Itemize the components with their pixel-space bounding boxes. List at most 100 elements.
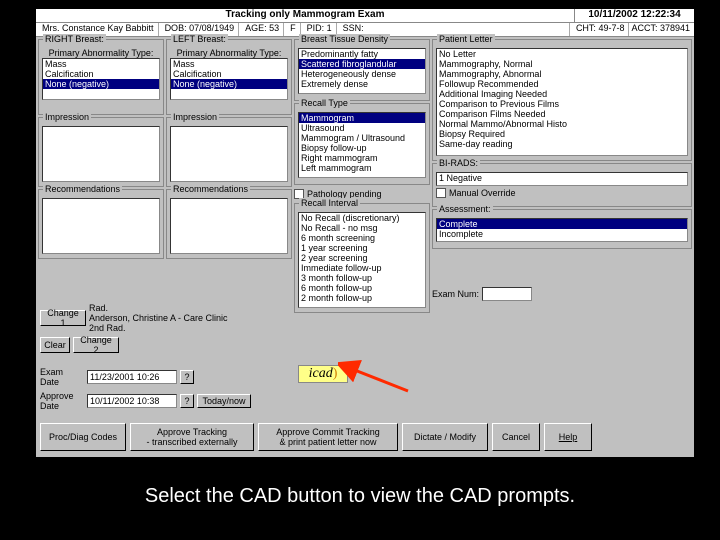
list-item[interactable]: Calcification [43, 69, 159, 79]
left-breast-col: LEFT Breast: Primary Abnormality Type: M… [166, 39, 292, 315]
change2-button[interactable]: Change 2 [73, 337, 119, 353]
list-item[interactable]: Biopsy Required [437, 129, 687, 139]
list-item[interactable]: 2 year screening [299, 253, 425, 263]
list-item[interactable]: Mammography, Abnormal [437, 69, 687, 79]
recall-type-list[interactable]: Mammogram Ultrasound Mammogram / Ultraso… [298, 112, 426, 178]
right-breast-col: RIGHT Breast: Primary Abnormality Type: … [38, 39, 164, 315]
list-item[interactable]: 6 month follow-up [299, 283, 425, 293]
manual-override-check[interactable]: Manual Override [436, 188, 688, 198]
approve-date-help-button[interactable]: ? [180, 394, 194, 408]
list-item[interactable]: Mammogram [299, 113, 425, 123]
right-impression-group: Impression [38, 117, 164, 187]
title-bar: Tracking only Mammogram Exam 10/11/2002 … [36, 9, 694, 23]
icad-label: icad [309, 366, 333, 381]
list-item[interactable]: No Recall (discretionary) [299, 213, 425, 223]
button-row: Proc/Diag Codes Approve Tracking - trans… [40, 423, 690, 451]
rad-name: Anderson, Christine A - Care Clinic [89, 313, 228, 323]
right-breast-label: RIGHT Breast: [43, 34, 106, 44]
list-item[interactable]: Mass [43, 59, 159, 69]
right-col: Patient Letter No Letter Mammography, No… [432, 39, 692, 315]
list-item[interactable]: Right mammogram [299, 153, 425, 163]
list-item[interactable]: Mass [171, 59, 287, 69]
patient-letter-group: Patient Letter No Letter Mammography, No… [432, 39, 692, 161]
list-item[interactable]: 1 Negative [437, 173, 687, 183]
exam-date-row: Exam Date 11/23/2001 10:26 ? [40, 367, 194, 387]
assessment-list[interactable]: Complete Incomplete [436, 218, 688, 242]
timestamp: 10/11/2002 12:22:34 [574, 9, 694, 22]
left-primary-label: Primary Abnormality Type: [170, 48, 288, 58]
manual-override-label: Manual Override [449, 188, 516, 198]
density-recall-col: Breast Tissue Density Predominantly fatt… [294, 39, 430, 315]
list-item[interactable]: Complete [437, 219, 687, 229]
list-item[interactable]: No Letter [437, 49, 687, 59]
birads-group: BI-RADS: 1 Negative Manual Override [432, 163, 692, 207]
bottom-area: Change 1 Rad. Anderson, Christine A - Ca… [38, 295, 692, 455]
list-item[interactable]: 6 month screening [299, 233, 425, 243]
rad-row: Change 1 Rad. Anderson, Christine A - Ca… [40, 303, 228, 333]
list-item[interactable]: None (negative) [171, 79, 287, 89]
approve-commit-button[interactable]: Approve Commit Tracking & print patient … [258, 423, 398, 451]
list-item[interactable]: Left mammogram [299, 163, 425, 173]
today-now-button[interactable]: Today/now [197, 394, 251, 408]
right-breast-group: RIGHT Breast: Primary Abnormality Type: … [38, 39, 164, 115]
list-item[interactable]: Immediate follow-up [299, 263, 425, 273]
birads-list[interactable]: 1 Negative [436, 172, 688, 186]
cancel-button[interactable]: Cancel [492, 423, 540, 451]
list-item[interactable]: Predominantly fatty [299, 49, 425, 59]
dictate-modify-button[interactable]: Dictate / Modify [402, 423, 488, 451]
list-item[interactable]: No Recall - no msg [299, 223, 425, 233]
left-primary-list[interactable]: Mass Calcification None (negative) [170, 58, 288, 100]
recall-interval-list[interactable]: No Recall (discretionary) No Recall - no… [298, 212, 426, 308]
left-impression-group: Impression [166, 117, 292, 187]
list-item[interactable]: Normal Mammo/Abnormal Histo [437, 119, 687, 129]
birads-label: BI-RADS: [437, 158, 480, 168]
second-rad-label: 2nd Rad. [89, 323, 228, 333]
help-button[interactable]: Help [544, 423, 592, 451]
recall-interval-label: Recall Interval [299, 198, 360, 208]
list-item[interactable]: Scattered fibroglandular [299, 59, 425, 69]
list-item[interactable]: Heterogeneously dense [299, 69, 425, 79]
list-item[interactable]: 3 month follow-up [299, 273, 425, 283]
exam-date-field[interactable]: 11/23/2001 10:26 [87, 370, 177, 384]
clear-button[interactable]: Clear [40, 337, 70, 353]
list-item[interactable]: Ultrasound [299, 123, 425, 133]
density-list[interactable]: Predominantly fatty Scattered fibrogland… [298, 48, 426, 94]
rad-label: Rad. [89, 303, 228, 313]
right-rec-text[interactable] [42, 198, 160, 254]
exam-date-help-button[interactable]: ? [180, 370, 194, 384]
list-item[interactable]: Additional Imaging Needed [437, 89, 687, 99]
approve-date-field[interactable]: 10/11/2002 10:38 [87, 394, 177, 408]
clear-row: Clear Change 2 [40, 337, 119, 353]
density-group: Breast Tissue Density Predominantly fatt… [294, 39, 430, 101]
list-item[interactable]: Comparison to Previous Films [437, 99, 687, 109]
exam-date-label: Exam Date [40, 367, 84, 387]
list-item[interactable]: Incomplete [437, 229, 687, 239]
list-item[interactable]: Same-day reading [437, 139, 687, 149]
patient-letter-list[interactable]: No Letter Mammography, Normal Mammograph… [436, 48, 688, 156]
right-primary-label: Primary Abnormality Type: [42, 48, 160, 58]
icad-button[interactable]: icad) [298, 365, 348, 383]
list-item[interactable]: Mammography, Normal [437, 59, 687, 69]
arrow-icon [338, 337, 418, 397]
patient-age: AGE: 53 [241, 23, 284, 36]
list-item[interactable]: 1 year screening [299, 243, 425, 253]
patient-acct: ACCT: 378941 [631, 23, 690, 36]
list-item[interactable]: Comparison Films Needed [437, 109, 687, 119]
caption-text: Select the CAD button to view the CAD pr… [0, 485, 720, 508]
list-item[interactable]: Mammogram / Ultrasound [299, 133, 425, 143]
list-item[interactable]: None (negative) [43, 79, 159, 89]
approve-tracking-button[interactable]: Approve Tracking - transcribed externall… [130, 423, 254, 451]
proc-diag-button[interactable]: Proc/Diag Codes [40, 423, 126, 451]
right-primary-list[interactable]: Mass Calcification None (negative) [42, 58, 160, 100]
right-rec-group: Recommendations [38, 189, 164, 259]
list-item[interactable]: Biopsy follow-up [299, 143, 425, 153]
change1-button[interactable]: Change 1 [40, 310, 86, 326]
approve-date-row: Approve Date 10/11/2002 10:38 ? Today/no… [40, 391, 251, 411]
list-item[interactable]: Extremely dense [299, 79, 425, 89]
left-impression-text[interactable] [170, 126, 288, 182]
list-item[interactable]: Calcification [171, 69, 287, 79]
left-rec-text[interactable] [170, 198, 288, 254]
recall-type-label: Recall Type [299, 98, 350, 108]
right-impression-text[interactable] [42, 126, 160, 182]
list-item[interactable]: Followup Recommended [437, 79, 687, 89]
